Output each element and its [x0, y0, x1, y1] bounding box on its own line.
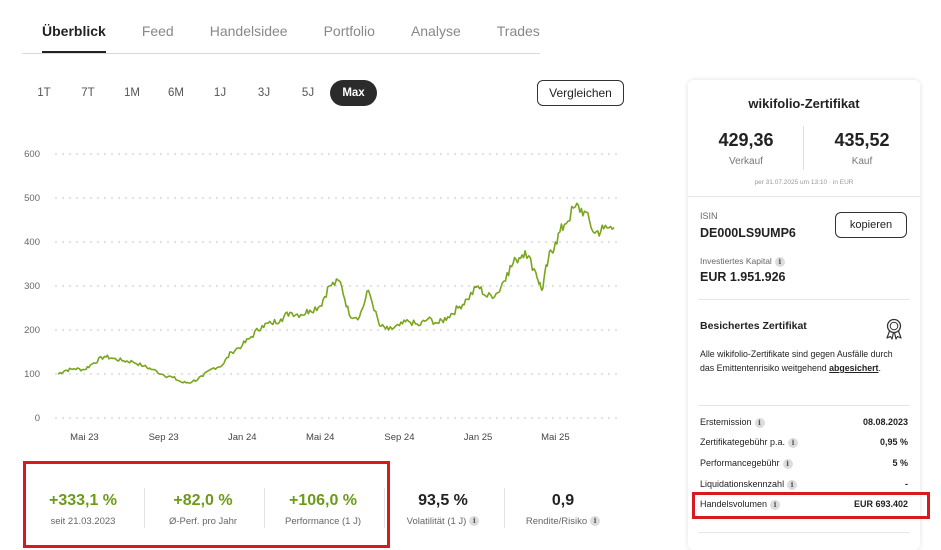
detail-value: 0,95 %	[879, 437, 908, 447]
y-tick-label: 600	[24, 149, 40, 160]
x-tick-label: Jan 24	[228, 432, 257, 443]
info-icon[interactable]: i	[754, 417, 765, 428]
divider	[688, 196, 920, 197]
detail-value: 5 %	[892, 458, 908, 468]
sell-price-block: 429,36 Verkauf	[688, 130, 804, 167]
secured-title: Besichertes Zertifikat	[700, 320, 807, 332]
detail-key: Liquidationskennzahl	[700, 479, 785, 489]
time-range-selector: 1T 7T 1M 6M 1J 3J 5J Max	[22, 80, 377, 106]
buy-label: Kauf	[851, 156, 873, 167]
info-icon[interactable]: i	[469, 516, 480, 527]
range-7t-button[interactable]: 7T	[66, 80, 110, 106]
range-1m-button[interactable]: 1M	[110, 80, 154, 106]
range-1t-button[interactable]: 1T	[22, 80, 66, 106]
detail-value: -	[905, 479, 908, 489]
y-tick-label: 500	[24, 193, 40, 204]
x-tick-label: Mai 23	[70, 432, 99, 443]
highlight-annotation	[692, 492, 930, 519]
divider	[698, 532, 910, 533]
x-tick-label: Sep 24	[384, 432, 414, 443]
divider	[698, 299, 910, 300]
divider	[698, 405, 910, 406]
detail-row-liquidation: Liquidationskennzahl i -	[700, 479, 908, 493]
tab-portfolio[interactable]: Portfolio	[324, 23, 375, 53]
tab-trade-idea[interactable]: Handelsidee	[210, 23, 288, 53]
detail-value: 08.08.2023	[862, 417, 908, 427]
sell-label: Verkauf	[729, 156, 763, 167]
detail-key: Erstemission	[700, 417, 752, 427]
price-timestamp: per 31.07.2025 um 13:10 · in EUR	[754, 179, 854, 186]
info-icon[interactable]: i	[788, 437, 799, 448]
secured-text-end: .	[878, 363, 881, 373]
stat-volatility: 93,5 % Volatilität (1 J) i	[384, 462, 502, 546]
tab-overview[interactable]: Überblick	[42, 23, 106, 53]
stat-return-risk: 0,9 Rendite/Risiko i	[504, 462, 622, 546]
buy-price: 435,52	[834, 130, 890, 150]
stat-label: Volatilität (1 J)	[406, 516, 467, 527]
series-line	[57, 202, 615, 384]
stat-label: Rendite/Risiko	[525, 516, 588, 527]
y-tick-label: 200	[24, 325, 40, 336]
stat-value: 93,5 %	[418, 492, 468, 509]
tab-analysis[interactable]: Analyse	[411, 23, 461, 53]
detail-row-certificate-fee: Zertifikategebühr p.a. i 0,95 %	[700, 437, 908, 451]
y-tick-label: 100	[24, 369, 40, 380]
secured-link[interactable]: abgesichert	[829, 363, 878, 373]
info-icon[interactable]: i	[787, 479, 798, 490]
capital-value: EUR 1.951.926	[700, 270, 786, 284]
info-icon[interactable]: i	[590, 516, 601, 527]
copy-isin-button[interactable]: kopieren	[835, 212, 907, 238]
tab-feed[interactable]: Feed	[142, 23, 174, 53]
y-tick-label: 300	[24, 281, 40, 292]
info-icon[interactable]: i	[782, 458, 793, 469]
compare-button[interactable]: Vergleichen	[537, 80, 624, 106]
sell-price: 429,36	[718, 130, 774, 150]
range-5j-button[interactable]: 5J	[286, 80, 330, 106]
tab-trades[interactable]: Trades	[497, 23, 540, 53]
x-tick-label: Mai 24	[306, 432, 335, 443]
capital-label: Investiertes Kapital	[700, 256, 772, 266]
range-1j-button[interactable]: 1J	[198, 80, 242, 106]
detail-key: Performancegebühr	[700, 458, 780, 468]
x-tick-label: Sep 23	[149, 432, 179, 443]
highlight-annotation	[23, 461, 390, 548]
seal-icon	[886, 318, 902, 340]
info-icon[interactable]: i	[774, 256, 785, 267]
detail-key: Zertifikategebühr p.a.	[700, 437, 786, 447]
y-tick-label: 400	[24, 237, 40, 248]
x-tick-label: Jan 25	[464, 432, 493, 443]
range-max-button[interactable]: Max	[330, 80, 377, 106]
range-3j-button[interactable]: 3J	[242, 80, 286, 106]
stat-value: 0,9	[551, 492, 575, 509]
x-tick-label: Mai 25	[541, 432, 570, 443]
detail-row-performance-fee: Performancegebühr i 5 %	[700, 458, 908, 472]
isin-value: DE000LS9UMP6	[700, 226, 796, 240]
buy-price-block: 435,52 Kauf	[804, 130, 920, 167]
tab-bar: Überblick Feed Handelsidee Portfolio Ana…	[22, 0, 540, 54]
range-6m-button[interactable]: 6M	[154, 80, 198, 106]
y-tick-label: 0	[35, 413, 40, 424]
performance-chart[interactable]: 600 500 400 300 200 100 0 Mai 23 Sep 23 Jan 24 Mai…	[20, 140, 630, 450]
secured-description: Alle wikifolio-Zertifikate sind gegen Au…	[700, 347, 908, 375]
isin-label: ISIN	[700, 211, 718, 221]
panel-title: wikifolio-Zertifikat	[748, 96, 860, 111]
certificate-panel: wikifolio-Zertifikat 429,36 Verkauf 435,…	[688, 80, 920, 550]
detail-row-first-issue: Erstemission i 08.08.2023	[700, 417, 908, 431]
